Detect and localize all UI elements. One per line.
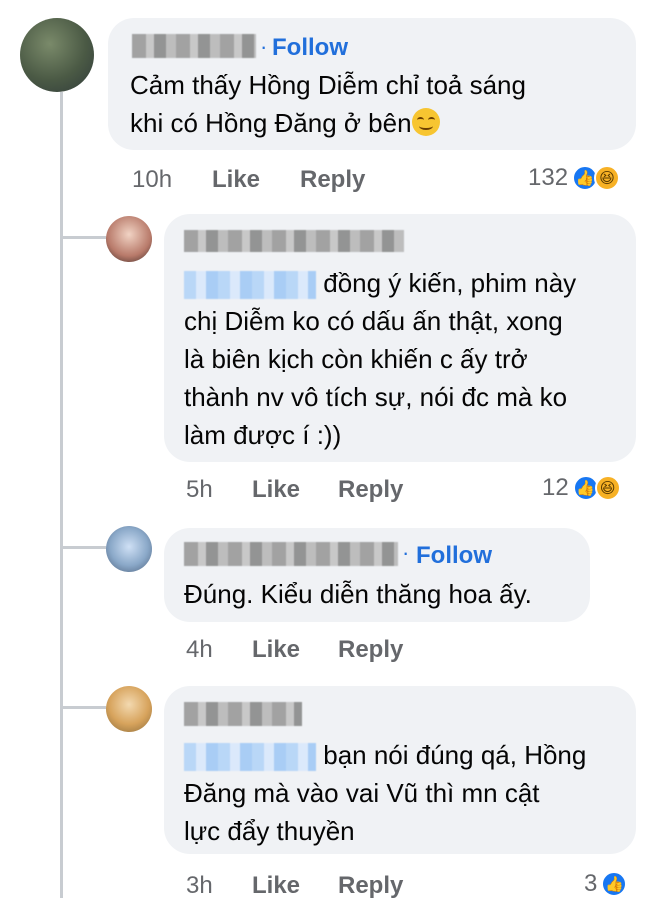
reaction-count: 3 <box>584 870 598 897</box>
avatar[interactable] <box>106 526 152 572</box>
timestamp[interactable]: 10h <box>132 166 172 193</box>
reaction-count: 12 <box>542 474 569 501</box>
follow-button[interactable]: Follow <box>416 542 492 570</box>
comment-text-1: Cảm thấy Hồng Diễm chỉ toả sáng khi có H… <box>130 66 630 142</box>
thread-connector-1 <box>60 236 106 239</box>
comment-line: bạn nói đúng qá, Hồng <box>323 740 587 770</box>
timestamp[interactable]: 5h <box>186 476 213 503</box>
thread-line-main <box>60 92 63 898</box>
reaction-summary-4[interactable]: 3 👍 <box>584 870 628 898</box>
comment-line: khi có Hồng Đăng ở bên <box>130 108 412 138</box>
thread-connector-3 <box>60 706 106 709</box>
mentioned-user-blurred[interactable] <box>184 271 316 300</box>
like-button[interactable]: Like <box>212 166 260 194</box>
comment-line: Cảm thấy Hồng Diễm chỉ toả sáng <box>130 70 526 100</box>
avatar[interactable] <box>20 18 94 92</box>
comment-meta-4: 3h Like Reply <box>186 872 446 900</box>
comment-meta-1: 10h Like Reply <box>132 166 392 194</box>
comment-text-3: Đúng. Kiểu diễn thăng hoa ấy. <box>184 575 584 613</box>
like-button[interactable]: Like <box>252 476 300 504</box>
mentioned-user-blurred[interactable] <box>184 743 316 772</box>
haha-reaction-icon: 😆 <box>594 165 621 191</box>
comment-line: thành nv vô tích sự, nói đc mà ko <box>184 382 568 412</box>
reply-button[interactable]: Reply <box>338 636 403 664</box>
commenter-name-blurred[interactable] <box>184 230 404 252</box>
reply-button[interactable]: Reply <box>338 872 403 900</box>
comment-line: Đăng mà vào vai Vũ thì mn cật <box>184 778 540 808</box>
follow-button[interactable]: Follow <box>272 34 348 62</box>
commenter-name-blurred[interactable] <box>184 542 398 566</box>
smiling-emoji-icon <box>411 108 440 136</box>
separator-dot: · <box>260 34 268 59</box>
comment-line: làm được í :)) <box>184 420 342 450</box>
reaction-count: 132 <box>528 164 569 191</box>
comment-line: chị Diễm ko có dấu ấn thật, xong <box>184 306 563 336</box>
reaction-summary-2[interactable]: 12 👍 😆 <box>542 474 621 502</box>
reply-button[interactable]: Reply <box>300 166 365 194</box>
commenter-name-blurred[interactable] <box>184 702 302 726</box>
commenter-name-blurred[interactable] <box>132 34 256 58</box>
comment-line: lực đẩy thuyền <box>184 816 355 846</box>
reply-button[interactable]: Reply <box>338 476 403 504</box>
avatar[interactable] <box>106 686 152 732</box>
reaction-summary-1[interactable]: 132 👍 😆 <box>528 164 621 192</box>
comment-meta-2: 5h Like Reply <box>186 476 446 504</box>
like-reaction-icon: 👍 <box>601 871 628 897</box>
comment-line: Đúng. Kiểu diễn thăng hoa ấy. <box>184 579 532 609</box>
comment-line: đồng ý kiến, phim này <box>323 268 577 298</box>
avatar[interactable] <box>106 216 152 262</box>
separator-dot: · <box>402 540 410 565</box>
comment-text-4: bạn nói đúng qá, Hồng Đăng mà vào vai Vũ… <box>184 736 634 850</box>
thread-connector-2 <box>60 546 106 549</box>
haha-reaction-icon: 😆 <box>594 475 621 501</box>
comment-text-2: đồng ý kiến, phim này chị Diễm ko có dấu… <box>184 264 634 454</box>
comment-line: là biên kịch còn khiến c ấy trở <box>184 344 528 374</box>
timestamp[interactable]: 4h <box>186 636 213 663</box>
timestamp[interactable]: 3h <box>186 872 213 899</box>
like-button[interactable]: Like <box>252 636 300 664</box>
comment-meta-3: 4h Like Reply <box>186 636 446 664</box>
like-button[interactable]: Like <box>252 872 300 900</box>
